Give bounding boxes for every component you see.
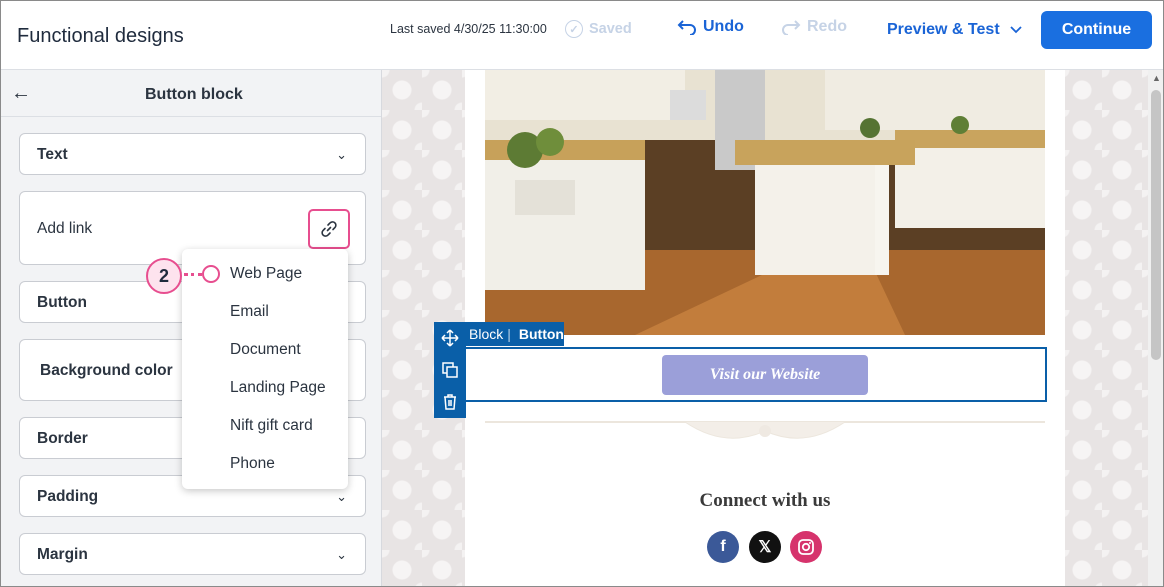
- menu-item-document[interactable]: Document: [230, 341, 301, 359]
- top-header: Functional designs Last saved 4/30/25 11…: [1, 1, 1163, 70]
- undo-icon: [677, 20, 696, 35]
- email-body: Block | Button Visit our Website Connect…: [434, 70, 1065, 586]
- menu-item-nift-gift-card[interactable]: Nift gift card: [230, 417, 313, 435]
- page-title: Functional designs: [17, 25, 184, 47]
- border-section-label: Border: [37, 430, 88, 447]
- instagram-icon[interactable]: [790, 531, 822, 563]
- add-link-label: Add link: [37, 220, 93, 237]
- menu-item-email[interactable]: Email: [230, 303, 269, 321]
- background-color-label: Background color: [40, 362, 173, 379]
- menu-item-web-page[interactable]: Web Page: [230, 265, 302, 283]
- visit-website-button[interactable]: Visit our Website: [662, 355, 868, 395]
- kitchen-illustration: [485, 70, 1045, 335]
- email-canvas: Block | Button Visit our Website Connect…: [382, 70, 1163, 586]
- add-link-button[interactable]: [308, 209, 350, 249]
- text-section[interactable]: Text ⌄: [19, 133, 366, 175]
- canvas-scrollbar[interactable]: ▲: [1148, 70, 1163, 586]
- block-tab-block: Block: [469, 326, 504, 342]
- trash-icon[interactable]: [440, 392, 460, 412]
- menu-item-phone[interactable]: Phone: [230, 455, 275, 473]
- padding-section-label: Padding: [37, 488, 99, 505]
- preview-test-dropdown[interactable]: Preview & Test: [887, 21, 1022, 39]
- facebook-icon[interactable]: f: [707, 531, 739, 563]
- link-icon: [321, 221, 337, 237]
- undo-button[interactable]: Undo: [677, 18, 744, 36]
- kitchen-image[interactable]: [485, 70, 1045, 335]
- last-saved-timestamp: Last saved 4/30/25 11:30:00: [390, 22, 547, 36]
- preview-label: Preview & Test: [887, 21, 1000, 38]
- redo-button[interactable]: Redo: [781, 18, 847, 36]
- panel-header: ← Button block: [1, 70, 381, 117]
- redo-icon: [782, 20, 801, 35]
- back-arrow-icon[interactable]: ←: [11, 82, 31, 105]
- menu-item-landing-page[interactable]: Landing Page: [230, 379, 326, 397]
- margin-section-label: Margin: [37, 546, 88, 563]
- button-section-label: Button: [37, 294, 87, 311]
- ornamental-divider: [485, 421, 1045, 439]
- duplicate-icon[interactable]: [440, 360, 460, 380]
- margin-section[interactable]: Margin ⌄: [19, 533, 366, 575]
- x-icon[interactable]: 𝕏: [749, 531, 781, 563]
- callout-connector: [184, 273, 202, 276]
- saved-label: Saved: [589, 21, 632, 37]
- block-tab-separator: |: [507, 326, 511, 342]
- text-section-label: Text: [37, 146, 68, 163]
- panel-title: Button block: [145, 86, 243, 103]
- check-circle-icon: ✓: [565, 20, 583, 38]
- callout-target-circle: [202, 265, 220, 283]
- chevron-down-icon: ⌄: [336, 489, 347, 504]
- undo-label: Undo: [703, 18, 744, 35]
- scrollbar-thumb[interactable]: [1151, 90, 1161, 360]
- chevron-down-icon: ⌄: [336, 547, 347, 562]
- move-icon[interactable]: [440, 328, 460, 348]
- scroll-up-icon[interactable]: ▲: [1152, 73, 1161, 83]
- saved-status: ✓ Saved: [565, 20, 632, 38]
- app-window: Functional designs Last saved 4/30/25 11…: [0, 0, 1164, 587]
- chevron-down-icon: ⌄: [336, 147, 347, 162]
- redo-label: Redo: [807, 18, 847, 35]
- block-tab-type: Button: [518, 326, 564, 342]
- step-callout-badge: 2: [146, 258, 182, 294]
- link-type-menu: Web Page Email Document Landing Page Nif…: [182, 249, 348, 489]
- continue-button[interactable]: Continue: [1041, 11, 1152, 49]
- chevron-down-icon: [1010, 26, 1022, 34]
- block-toolbar: [434, 322, 466, 418]
- connect-heading: Connect with us: [699, 490, 831, 511]
